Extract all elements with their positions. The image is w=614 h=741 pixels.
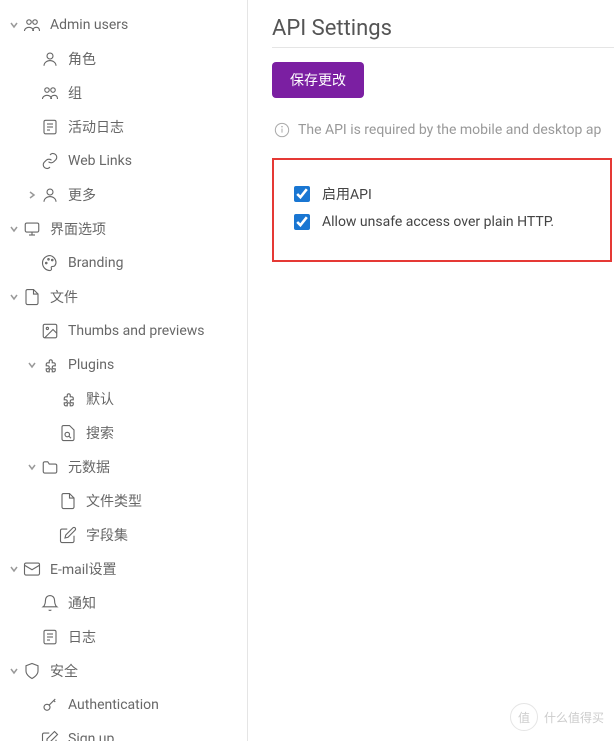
sidebar-item-label: 日志 [68, 627, 239, 647]
page-title: API Settings [272, 16, 614, 41]
log-icon [40, 117, 60, 137]
puzzle-icon [58, 389, 78, 409]
enable-api-checkbox[interactable] [294, 186, 310, 202]
divider [272, 47, 614, 48]
sidebar-item-日志[interactable]: 日志 [0, 620, 247, 654]
main-content: API Settings 保存更改 The API is required by… [248, 0, 614, 741]
sidebar-item-label: 更多 [68, 185, 239, 205]
sidebar-item-label: Sign up [68, 731, 239, 741]
sidebar-item-sign-up[interactable]: Sign up [0, 722, 247, 741]
sidebar-item-label: 界面选项 [50, 219, 239, 239]
enable-api-label[interactable]: 启用API [322, 184, 372, 204]
sidebar-item-label: 组 [68, 83, 239, 103]
chevron-down-icon[interactable] [6, 20, 22, 30]
sidebar-item-label: Branding [68, 255, 239, 271]
sidebar-item-label: 搜索 [86, 423, 239, 443]
sidebar-item-组[interactable]: 组 [0, 76, 247, 110]
watermark: 值 什么值得买 [510, 703, 604, 731]
sidebar-item-label: Web Links [68, 153, 239, 169]
allow-http-checkbox[interactable] [294, 214, 310, 230]
sidebar-item-label: Plugins [68, 357, 239, 373]
sidebar-item-元数据[interactable]: 元数据 [0, 450, 247, 484]
link-icon [40, 151, 60, 171]
sidebar-item-label: 文件 [50, 287, 239, 307]
chevron-down-icon[interactable] [24, 462, 40, 472]
sidebar-item-label: 文件类型 [86, 491, 239, 511]
palette-icon [40, 253, 60, 273]
user-icon [40, 49, 60, 69]
file-icon [22, 287, 42, 307]
sidebar-item-界面选项[interactable]: 界面选项 [0, 212, 247, 246]
watermark-badge: 值 [510, 703, 538, 731]
user-icon [40, 185, 60, 205]
sidebar-item-角色[interactable]: 角色 [0, 42, 247, 76]
folder-icon [40, 457, 60, 477]
page-icon [58, 491, 78, 511]
sidebar-item-label: 默认 [86, 389, 239, 409]
info-message: The API is required by the mobile and de… [272, 120, 614, 140]
key-icon [40, 695, 60, 715]
sidebar-item-字段集[interactable]: 字段集 [0, 518, 247, 552]
sidebar-item-authentication[interactable]: Authentication [0, 688, 247, 722]
sidebar-item-admin-users[interactable]: Admin users [0, 8, 247, 42]
puzzle-icon [40, 355, 60, 375]
users-icon [40, 83, 60, 103]
monitor-icon [22, 219, 42, 239]
chevron-down-icon[interactable] [6, 224, 22, 234]
sidebar-item-label: E-mail设置 [50, 559, 239, 579]
users-icon [22, 15, 42, 35]
save-button[interactable]: 保存更改 [272, 62, 364, 98]
sidebar-item-默认[interactable]: 默认 [0, 382, 247, 416]
mail-icon [22, 559, 42, 579]
chevron-down-icon[interactable] [24, 360, 40, 370]
chevron-down-icon[interactable] [6, 564, 22, 574]
sidebar-item-label: Admin users [50, 17, 239, 33]
api-options-group: 启用API Allow unsafe access over plain HTT… [272, 158, 612, 262]
signup-icon [40, 729, 60, 741]
sidebar-item-thumbs-and-previews[interactable]: Thumbs and previews [0, 314, 247, 348]
log-icon [40, 627, 60, 647]
sidebar-item-label: 通知 [68, 593, 239, 613]
image-icon [40, 321, 60, 341]
sidebar-item-e-mail设置[interactable]: E-mail设置 [0, 552, 247, 586]
chevron-right-icon[interactable] [24, 190, 40, 200]
info-text: The API is required by the mobile and de… [298, 122, 601, 138]
sidebar-item-label: Thumbs and previews [68, 323, 239, 339]
shield-icon [22, 661, 42, 681]
chevron-down-icon[interactable] [6, 666, 22, 676]
sidebar-item-活动日志[interactable]: 活动日志 [0, 110, 247, 144]
allow-http-label[interactable]: Allow unsafe access over plain HTTP. [322, 214, 554, 230]
sidebar-item-label: Authentication [68, 697, 239, 713]
sidebar-item-文件[interactable]: 文件 [0, 280, 247, 314]
chevron-down-icon[interactable] [6, 292, 22, 302]
sidebar-item-更多[interactable]: 更多 [0, 178, 247, 212]
sidebar-item-plugins[interactable]: Plugins [0, 348, 247, 382]
watermark-text: 什么值得买 [544, 709, 604, 726]
edit-icon [58, 525, 78, 545]
sidebar-item-搜索[interactable]: 搜索 [0, 416, 247, 450]
sidebar-item-label: 角色 [68, 49, 239, 69]
sidebar-item-label: 活动日志 [68, 117, 239, 137]
sidebar-item-安全[interactable]: 安全 [0, 654, 247, 688]
sidebar-item-label: 字段集 [86, 525, 239, 545]
bell-icon [40, 593, 60, 613]
sidebar-item-通知[interactable]: 通知 [0, 586, 247, 620]
sidebar: Admin users 角色组活动日志 Web Links 更多界面选项 Brandin… [0, 0, 248, 741]
sidebar-item-label: 安全 [50, 661, 239, 681]
sidebar-item-文件类型[interactable]: 文件类型 [0, 484, 247, 518]
search-file-icon [58, 423, 78, 443]
info-icon [272, 120, 292, 140]
sidebar-item-web-links[interactable]: Web Links [0, 144, 247, 178]
sidebar-item-label: 元数据 [68, 457, 239, 477]
sidebar-item-branding[interactable]: Branding [0, 246, 247, 280]
